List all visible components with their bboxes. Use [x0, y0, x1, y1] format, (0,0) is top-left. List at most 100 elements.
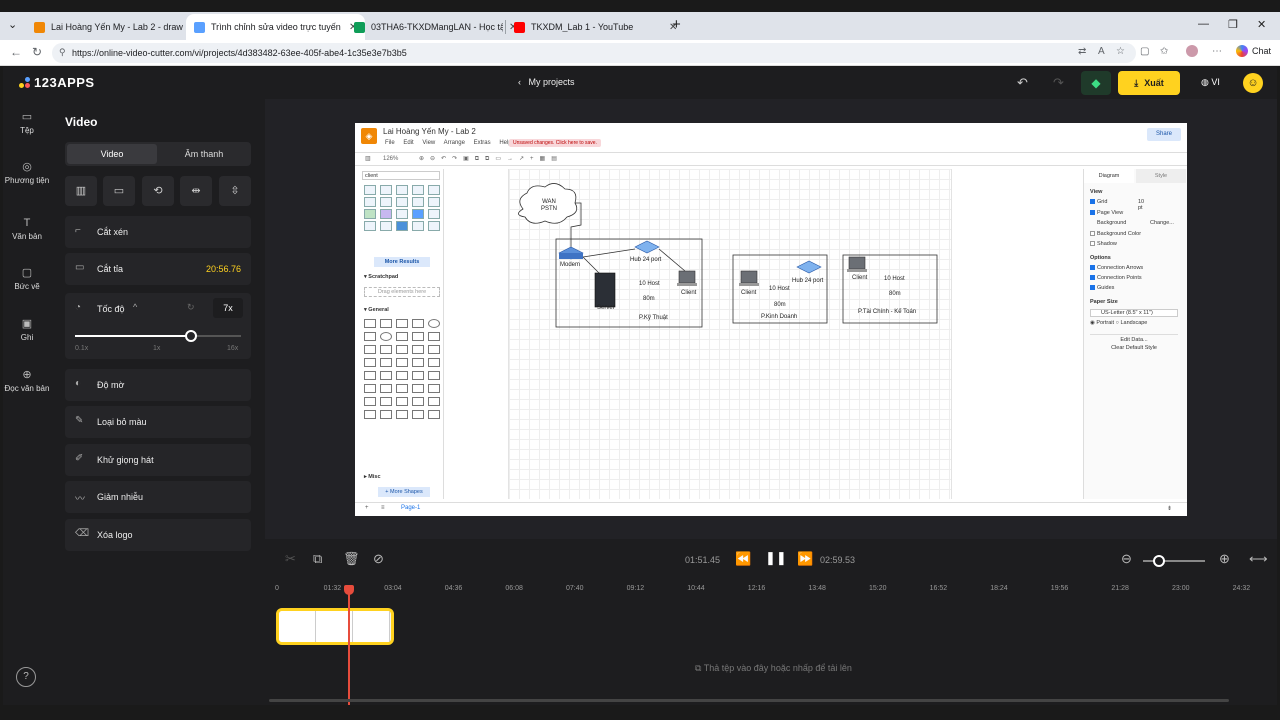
playback-controls: ✂ ⧉ 🗑 ⊘ 01:51.45 ⏪ ❚❚ ⏩ 02:59.53 ⊖ ⊕ ⟷ — [265, 539, 1277, 579]
redo-icon[interactable]: ↷ — [1053, 75, 1064, 91]
playhead[interactable] — [344, 585, 354, 705]
read-aloud-icon[interactable]: A — [1098, 46, 1105, 57]
trim-button[interactable]: ▭ Cắt tỉa 20:56.76 — [65, 253, 251, 285]
profile-avatar-icon[interactable] — [1186, 45, 1198, 57]
rail-label: Tệp — [20, 126, 34, 135]
premium-gem-button[interactable]: ◆ — [1081, 71, 1111, 95]
tab-drawio[interactable]: Lai Hoàng Yến My - Lab 2 - draw.io ✕ — [26, 14, 205, 40]
playhead-handle[interactable] — [344, 585, 354, 595]
more-menu-icon[interactable]: ⋯ — [1212, 46, 1222, 57]
reset-icon[interactable]: ↻ — [187, 302, 195, 313]
tab-youtube[interactable]: TKXDM_Lab 1 - YouTube ✕ — [506, 14, 685, 40]
minimize-icon[interactable]: — — [1198, 18, 1209, 30]
background-label: Background — [1097, 220, 1127, 226]
copilot-chat-button[interactable]: Chat — [1236, 45, 1271, 57]
address-bar: ← ↻ ⚲ https://online-video-cutter.com/vi… — [0, 40, 1280, 66]
delete-icon[interactable]: 🗑 — [343, 551, 360, 567]
duplicate-icon[interactable]: ⧉ — [313, 551, 322, 567]
vocal-remover-button[interactable]: ✐ Khử giọng hát — [65, 444, 251, 476]
timeline[interactable]: 0 01:32 03:04 04:36 06:08 07:40 09:12 10:44 12:1… — [265, 579, 1277, 705]
vocal-icon: ✐ — [75, 453, 84, 464]
host1-label: 10 Host — [639, 281, 660, 287]
new-tab-icon[interactable]: + — [672, 16, 681, 33]
globe-icon: ◍ — [1201, 77, 1212, 87]
tab-search-icon[interactable]: ⌄ — [8, 18, 17, 31]
delogo-button[interactable]: ⌫ Xóa logo — [65, 519, 251, 551]
copilot-icon — [1236, 45, 1248, 57]
favorites-icon[interactable]: ✩ — [1160, 46, 1168, 57]
undo-icon[interactable]: ↶ — [1017, 75, 1028, 91]
flip-vertical-button[interactable]: ⇳ — [219, 176, 251, 206]
export-button[interactable]: ⤓ Xuất — [1118, 71, 1180, 95]
pause-icon[interactable]: ❚❚ — [765, 550, 787, 566]
timeline-scrollbar[interactable] — [269, 699, 1229, 702]
denoise-label: Giảm nhiễu — [97, 492, 144, 502]
tab-video-editor[interactable]: Trình chỉnh sửa video trực tuyến - ✕ — [186, 14, 366, 40]
back-icon[interactable]: ← — [10, 45, 22, 59]
zoom-in-icon[interactable]: ⊕ — [1219, 551, 1230, 567]
speed-slider-handle[interactable] — [185, 330, 198, 342]
site-info-icon[interactable]: ⚲ — [59, 47, 66, 58]
help-button[interactable]: ? — [16, 667, 36, 687]
split-screen-icon[interactable]: ▢ — [1140, 46, 1149, 57]
drawio-format-panel: Diagram Style View Grid 10 pt Page View B… — [1083, 169, 1187, 499]
fit-button[interactable]: ▭ — [103, 176, 135, 206]
rail-item-stickers[interactable]: ▢ Bức vẽ — [3, 268, 51, 292]
translate-icon[interactable]: ⇄ — [1078, 46, 1086, 57]
zoom-out-icon[interactable]: ⊖ — [1121, 551, 1132, 567]
misc-section: ▸ Misc — [364, 474, 381, 480]
aspect-ratio-button[interactable]: ▥ — [65, 176, 97, 206]
speed-slider-track[interactable] — [75, 335, 241, 337]
tab-sheets[interactable]: 03THA6-TKXDMangLAN - Học tập ✕ — [346, 14, 525, 40]
speed-value-input[interactable]: 7x — [213, 298, 243, 318]
rail-label: Phương tiện — [4, 176, 50, 185]
media-icon: ◎ — [22, 161, 32, 173]
fade-button[interactable]: ◐ Độ mờ — [65, 369, 251, 401]
clear-style-button: Clear Default Style — [1111, 345, 1157, 351]
rail-label: Đọc văn bản — [4, 384, 50, 393]
my-projects-link[interactable]: ‹ My projects — [518, 77, 575, 87]
speed-slider-fill — [75, 335, 192, 337]
total-time: 02:59.53 — [820, 555, 856, 565]
url-field[interactable]: ⚲ https://online-video-cutter.com/vi/pro… — [52, 43, 1136, 63]
host3-label: 10 Host — [884, 276, 905, 282]
rail-item-media[interactable]: ◎ Phương tiện — [3, 161, 51, 186]
rail-item-record[interactable]: ▣ Ghi — [3, 319, 51, 343]
denoise-button[interactable]: 〰 Giảm nhiễu — [65, 481, 251, 513]
video-clip[interactable] — [276, 608, 394, 645]
ruler-label: 21:28 — [1111, 585, 1129, 592]
tab-audio[interactable]: Âm thanh — [159, 144, 249, 164]
fit-icon: ▭ — [113, 185, 125, 197]
crop-button[interactable]: ⌐ Cắt xén — [65, 216, 251, 248]
fast-forward-icon[interactable]: ⏩ — [797, 551, 813, 567]
fit-timeline-icon[interactable]: ⟷ — [1249, 551, 1268, 567]
tab-video[interactable]: Video — [67, 144, 157, 164]
reload-icon[interactable]: ↻ — [32, 45, 42, 59]
rewind-icon[interactable]: ⏪ — [735, 551, 751, 567]
ruler-label: 0 — [275, 585, 279, 592]
upload-dropzone[interactable]: ⧉ Thả tệp vào đây hoặc nhấp để tải lên — [695, 663, 852, 674]
restore-icon[interactable]: ❐ — [1228, 18, 1238, 31]
transform-tools: ▥ ▭ ⟲ ⇹ ⇳ — [65, 176, 251, 206]
panel-title: Video — [65, 115, 98, 129]
flip-horizontal-button[interactable]: ⇹ — [180, 176, 212, 206]
split-icon[interactable]: ✂ — [285, 551, 296, 567]
mute-icon[interactable]: ⊘ — [373, 551, 384, 567]
rotate-button[interactable]: ⟲ — [142, 176, 174, 206]
ruler-label: 12:16 — [747, 585, 766, 592]
hub2-label: Hub 24 port — [792, 278, 824, 284]
bookmark-star-icon[interactable]: ☆ — [1116, 46, 1125, 57]
rail-item-files[interactable]: ▭ Tệp — [3, 112, 51, 136]
eraser-icon: ⌫ — [75, 528, 90, 539]
rail-item-tts[interactable]: ⊕ Đọc văn bản — [3, 370, 51, 394]
dept2-label: P.Kinh Doanh — [761, 314, 798, 320]
video-preview[interactable]: ◈ Lai Hoàng Yến My - Lab 2 File Edit Vie… — [265, 99, 1277, 539]
language-selector[interactable]: ◍ VI — [1201, 77, 1220, 88]
timeline-zoom-handle[interactable] — [1153, 555, 1165, 567]
chroma-key-button[interactable]: ✎ Loại bỏ màu — [65, 406, 251, 438]
user-avatar[interactable]: ☺ — [1243, 73, 1263, 93]
rail-item-text[interactable]: T Văn bản — [3, 218, 51, 242]
app-logo[interactable]: 123APPS — [19, 75, 95, 90]
chevron-up-icon[interactable]: ^ — [133, 302, 137, 312]
close-window-icon[interactable]: ✕ — [1257, 18, 1266, 31]
